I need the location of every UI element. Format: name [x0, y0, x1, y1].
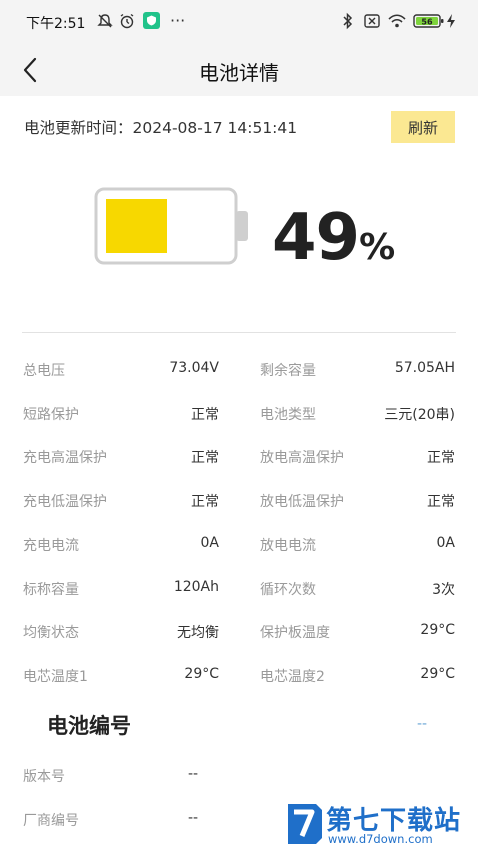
detail-value: 正常	[191, 407, 219, 423]
page-title: 电池详情	[199, 61, 279, 85]
detail-label: 放电电流	[260, 538, 316, 554]
detail-value: 29°C	[420, 622, 455, 638]
battery-percentage: 49%	[272, 201, 395, 275]
detail-value: 57.05AH	[394, 360, 455, 376]
detail-value: 无均衡	[177, 625, 219, 641]
detail-value: 3次	[432, 582, 455, 598]
vendor-code-value: --	[188, 810, 199, 826]
detail-label: 均衡状态	[23, 625, 79, 641]
battery-percent-value: 49	[272, 201, 360, 275]
detail-value: 120Ah	[173, 579, 219, 595]
section-title-serial: 电池编号	[47, 714, 131, 738]
detail-value: 29°C	[184, 666, 219, 682]
wifi-icon	[387, 12, 407, 34]
detail-value: 0A	[200, 535, 219, 551]
version-label: 版本号	[23, 769, 65, 785]
bluetooth-icon	[341, 12, 355, 34]
status-time: 下午2:51	[26, 16, 86, 32]
detail-label: 保护板温度	[260, 625, 330, 641]
watermark-logo-icon	[288, 804, 322, 844]
app-badge-icon	[143, 12, 160, 33]
detail-label: 充电电流	[23, 538, 79, 554]
detail-label: 剩余容量	[260, 363, 316, 379]
detail-label: 充电高温保护	[23, 450, 107, 466]
sim-off-icon	[363, 12, 381, 34]
detail-value: 正常	[191, 494, 219, 510]
silent-icon	[96, 12, 114, 34]
detail-label: 标称容量	[23, 582, 79, 598]
battery-fill-bar	[106, 199, 167, 253]
detail-label: 放电高温保护	[260, 450, 344, 466]
status-bar: 下午2:51 ··· 56	[0, 0, 478, 44]
detail-label: 电池类型	[260, 407, 316, 423]
update-time-label: 电池更新时间：2024-08-17 14:51:41	[24, 119, 298, 137]
detail-value: 正常	[191, 450, 219, 466]
battery-percent-sign: %	[359, 227, 396, 268]
version-value: --	[188, 766, 199, 782]
vendor-code-label: 厂商编号	[23, 813, 79, 829]
battery-icon: 56	[413, 12, 445, 34]
watermark-url: www.d7down.com	[328, 832, 433, 846]
nav-bar: 电池详情	[0, 44, 478, 96]
detail-label: 充电低温保护	[23, 494, 107, 510]
detail-value: 29°C	[420, 666, 455, 682]
detail-label: 循环次数	[260, 582, 316, 598]
battery-level-graphic	[94, 187, 250, 271]
divider	[22, 332, 456, 333]
serial-number-value: --	[417, 716, 428, 732]
detail-label: 放电低温保护	[260, 494, 344, 510]
detail-value: 0A	[436, 535, 455, 551]
detail-label: 短路保护	[23, 407, 79, 423]
detail-value: 73.04V	[169, 360, 219, 376]
detail-label: 电芯温度1	[23, 669, 88, 685]
detail-label: 总电压	[23, 363, 65, 379]
watermark-logo: 第七下载站 www.d7down.com	[282, 798, 478, 850]
alarm-icon	[118, 12, 136, 34]
detail-value: 正常	[427, 494, 455, 510]
battery-level-text: 56	[421, 17, 433, 26]
detail-value: 三元(20串)	[384, 407, 455, 423]
charging-icon	[446, 12, 456, 34]
detail-label: 电芯温度2	[260, 669, 325, 685]
more-dots-icon: ···	[170, 11, 186, 30]
refresh-button[interactable]: 刷新	[391, 111, 455, 143]
detail-value: 正常	[427, 450, 455, 466]
